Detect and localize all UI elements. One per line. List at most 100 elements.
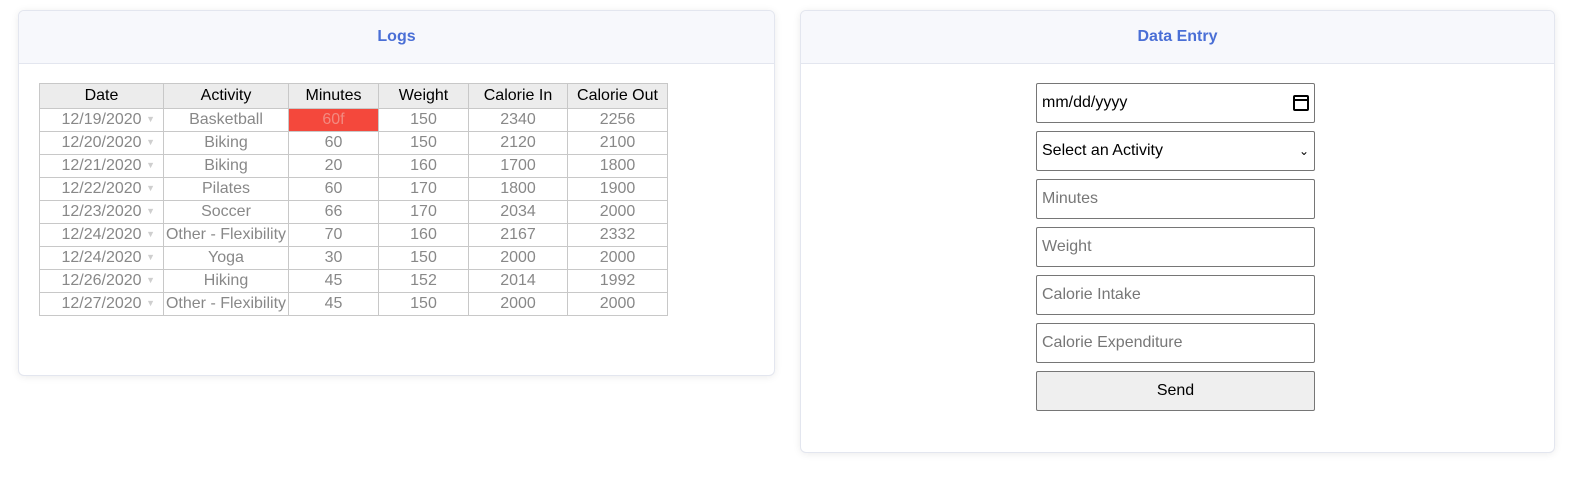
cell-date[interactable]: 12/22/2020 ▼ bbox=[39, 177, 164, 201]
cell-date[interactable]: 12/27/2020 ▼ bbox=[39, 292, 164, 316]
cell-activity[interactable]: Soccer bbox=[163, 200, 289, 224]
column-header-minutes: Minutes bbox=[288, 83, 379, 109]
triangle-down-icon[interactable]: ▼ bbox=[146, 155, 155, 176]
cell-calorie-out[interactable]: 2256 bbox=[567, 108, 668, 132]
triangle-down-icon[interactable]: ▼ bbox=[146, 270, 155, 291]
cell-date[interactable]: 12/21/2020 ▼ bbox=[39, 154, 164, 178]
weight-placeholder: Weight bbox=[1042, 238, 1092, 255]
cell-date-text: 12/24/2020 bbox=[61, 249, 142, 266]
cell-date[interactable]: 12/24/2020 ▼ bbox=[39, 246, 164, 270]
date-input[interactable]: mm/dd/yyyy bbox=[1036, 83, 1315, 123]
cell-calorie-in[interactable]: 2167 bbox=[468, 223, 568, 247]
cell-activity[interactable]: Basketball bbox=[163, 108, 289, 132]
cell-calorie-out-text: 2000 bbox=[599, 203, 636, 220]
cell-weight[interactable]: 150 bbox=[378, 246, 469, 270]
table-row: 12/19/2020 ▼ Basketball 60f 150 2340 2256 bbox=[39, 108, 668, 132]
cell-weight[interactable]: 152 bbox=[378, 269, 469, 293]
cell-calorie-in[interactable]: 2034 bbox=[468, 200, 568, 224]
minutes-placeholder: Minutes bbox=[1042, 190, 1099, 207]
triangle-down-icon[interactable]: ▼ bbox=[146, 178, 155, 199]
triangle-down-icon[interactable]: ▼ bbox=[146, 247, 155, 268]
cell-calorie-in[interactable]: 1800 bbox=[468, 177, 568, 201]
cell-calorie-out[interactable]: 1992 bbox=[567, 269, 668, 293]
activity-select[interactable]: Select an Activity ⌄ bbox=[1036, 131, 1315, 171]
cell-calorie-out[interactable]: 2100 bbox=[567, 131, 668, 155]
cell-weight-text: 170 bbox=[410, 180, 437, 197]
weight-input[interactable]: Weight bbox=[1036, 227, 1315, 267]
cell-minutes-text: 20 bbox=[324, 157, 343, 174]
cell-calorie-in[interactable]: 2120 bbox=[468, 131, 568, 155]
cell-activity[interactable]: Biking bbox=[163, 154, 289, 178]
cell-weight-text: 160 bbox=[410, 157, 437, 174]
cell-activity-text: Other - Flexibility bbox=[165, 226, 287, 243]
cell-calorie-in[interactable]: 2000 bbox=[468, 246, 568, 270]
cell-weight[interactable]: 160 bbox=[378, 154, 469, 178]
cell-calorie-in-text: 2340 bbox=[500, 111, 536, 128]
cell-weight-text: 150 bbox=[410, 111, 437, 128]
cell-minutes[interactable]: 66 bbox=[288, 200, 379, 224]
cell-calorie-out[interactable]: 2332 bbox=[567, 223, 668, 247]
cell-calorie-out-text: 1800 bbox=[599, 157, 636, 174]
cell-calorie-in[interactable]: 2000 bbox=[468, 292, 568, 316]
table-row: 12/26/2020 ▼ Hiking 45 152 2014 1992 bbox=[39, 269, 668, 293]
cell-date[interactable]: 12/24/2020 ▼ bbox=[39, 223, 164, 247]
cell-date-text: 12/23/2020 bbox=[61, 203, 142, 220]
cell-calorie-out[interactable]: 1900 bbox=[567, 177, 668, 201]
cell-weight[interactable]: 150 bbox=[378, 292, 469, 316]
cell-calorie-out-text: 2000 bbox=[599, 295, 636, 312]
cell-weight[interactable]: 160 bbox=[378, 223, 469, 247]
cell-date[interactable]: 12/23/2020 ▼ bbox=[39, 200, 164, 224]
table-row: 12/27/2020 ▼ Other - Flexibility 45 150 2000 2… bbox=[39, 292, 668, 316]
cell-weight[interactable]: 150 bbox=[378, 108, 469, 132]
cell-activity[interactable]: Hiking bbox=[163, 269, 289, 293]
cell-activity[interactable]: Pilates bbox=[163, 177, 289, 201]
cell-activity-text: Soccer bbox=[201, 203, 251, 220]
cell-calorie-in[interactable]: 1700 bbox=[468, 154, 568, 178]
cell-activity[interactable]: Biking bbox=[163, 131, 289, 155]
cell-minutes-text: 70 bbox=[324, 226, 343, 243]
cell-minutes[interactable]: 60 bbox=[288, 177, 379, 201]
calendar-icon[interactable] bbox=[1293, 95, 1309, 111]
cell-minutes-text: 66 bbox=[324, 203, 343, 220]
cell-calorie-in[interactable]: 2014 bbox=[468, 269, 568, 293]
cell-activity[interactable]: Other - Flexibility bbox=[163, 223, 289, 247]
triangle-down-icon[interactable]: ▼ bbox=[146, 224, 155, 245]
cell-minutes-text: 45 bbox=[324, 295, 343, 312]
cell-weight[interactable]: 170 bbox=[378, 177, 469, 201]
cell-weight[interactable]: 150 bbox=[378, 131, 469, 155]
column-header-date: Date bbox=[39, 83, 164, 109]
cell-calorie-out[interactable]: 2000 bbox=[567, 200, 668, 224]
send-button[interactable]: Send bbox=[1036, 371, 1315, 411]
cell-date-text: 12/27/2020 bbox=[61, 295, 142, 312]
cell-activity-text: Biking bbox=[204, 157, 248, 174]
logs-table: Date Activity Minutes Weight Calorie In … bbox=[39, 83, 668, 316]
cell-date[interactable]: 12/19/2020 ▼ bbox=[39, 108, 164, 132]
triangle-down-icon[interactable]: ▼ bbox=[146, 132, 155, 153]
cell-minutes[interactable]: 30 bbox=[288, 246, 379, 270]
triangle-down-icon[interactable]: ▼ bbox=[146, 201, 155, 222]
cell-minutes[interactable]: 20 bbox=[288, 154, 379, 178]
cell-calorie-out[interactable]: 1800 bbox=[567, 154, 668, 178]
cell-calorie-out[interactable]: 2000 bbox=[567, 292, 668, 316]
calorie-expenditure-input[interactable]: Calorie Expenditure bbox=[1036, 323, 1315, 363]
cell-minutes[interactable]: 60f bbox=[288, 108, 379, 132]
triangle-down-icon[interactable]: ▼ bbox=[146, 109, 155, 130]
cell-calorie-out[interactable]: 2000 bbox=[567, 246, 668, 270]
calorie-intake-input[interactable]: Calorie Intake bbox=[1036, 275, 1315, 315]
cell-minutes[interactable]: 45 bbox=[288, 269, 379, 293]
cell-date[interactable]: 12/20/2020 ▼ bbox=[39, 131, 164, 155]
cell-activity[interactable]: Other - Flexibility bbox=[163, 292, 289, 316]
triangle-down-icon[interactable]: ▼ bbox=[146, 293, 155, 314]
cell-activity-text: Basketball bbox=[189, 111, 263, 128]
cell-minutes[interactable]: 70 bbox=[288, 223, 379, 247]
cell-activity[interactable]: Yoga bbox=[163, 246, 289, 270]
cell-minutes[interactable]: 45 bbox=[288, 292, 379, 316]
cell-minutes[interactable]: 60 bbox=[288, 131, 379, 155]
cell-date[interactable]: 12/26/2020 ▼ bbox=[39, 269, 164, 293]
date-input-value: mm/dd/yyyy bbox=[1042, 94, 1128, 111]
cell-calorie-in[interactable]: 2340 bbox=[468, 108, 568, 132]
cell-calorie-out-text: 2332 bbox=[599, 226, 636, 243]
cell-weight[interactable]: 170 bbox=[378, 200, 469, 224]
minutes-input[interactable]: Minutes bbox=[1036, 179, 1315, 219]
column-header-calorie-in: Calorie In bbox=[468, 83, 568, 109]
